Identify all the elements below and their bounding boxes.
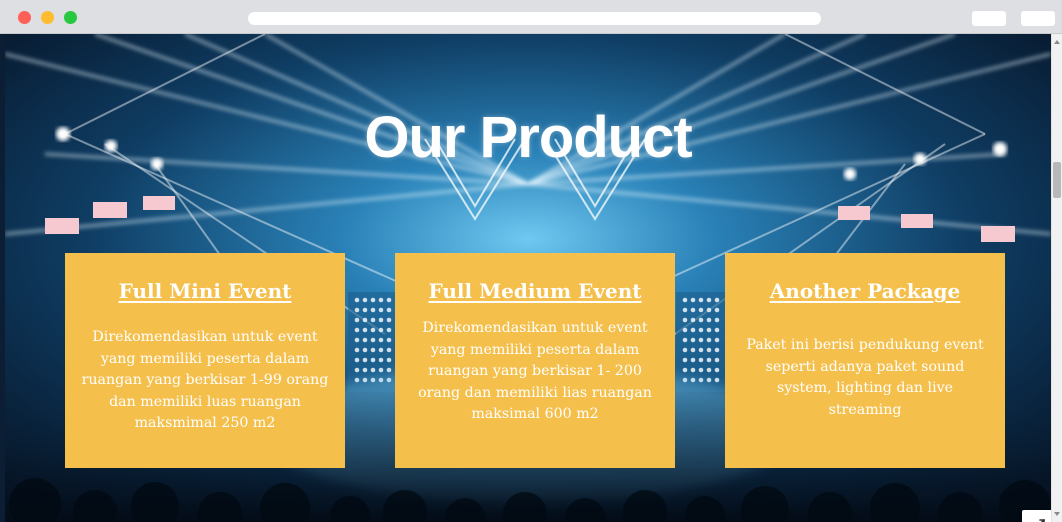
product-card: Another Package Paket ini berisi penduku… (725, 253, 1005, 468)
page-viewport: Our Product Full Mini Event Direkomendas… (5, 34, 1051, 522)
product-card: Full Mini Event Direkomendasikan untuk e… (65, 253, 345, 468)
product-description: Direkomendasikan untuk event yang memili… (81, 329, 329, 431)
product-title-link[interactable]: Full Mini Event (81, 279, 329, 303)
product-title-link[interactable]: Another Package (741, 279, 989, 303)
browser-window: Our Product Full Mini Event Direkomendas… (0, 0, 1062, 522)
product-description: Direkomendasikan untuk event yang memili… (418, 320, 652, 422)
scroll-down-icon[interactable] (1054, 512, 1060, 516)
scroll-up-icon[interactable] (1054, 40, 1060, 44)
toolbar-button[interactable] (1021, 11, 1055, 26)
toolbar-button[interactable] (972, 11, 1006, 26)
product-description: Paket ini berisi pendukung event seperti… (746, 337, 984, 418)
close-icon[interactable] (18, 11, 31, 24)
browser-toolbar (0, 0, 1062, 34)
expand-icon (1039, 519, 1045, 522)
page-title: Our Product (364, 105, 692, 170)
maximize-icon[interactable] (64, 11, 77, 24)
product-card: Full Medium Event Direkomendasikan untuk… (395, 253, 675, 468)
product-title-link[interactable]: Full Medium Event (411, 279, 659, 303)
vertical-scrollbar[interactable] (1051, 34, 1062, 522)
fullscreen-button[interactable] (1022, 510, 1051, 522)
minimize-icon[interactable] (41, 11, 54, 24)
address-bar[interactable] (248, 12, 821, 25)
scrollbar-thumb[interactable] (1053, 162, 1061, 198)
